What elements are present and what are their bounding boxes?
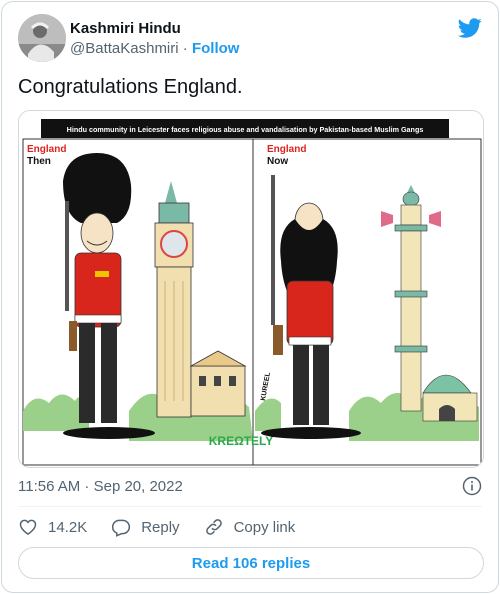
copy-link-button[interactable]: Copy link (204, 517, 296, 537)
big-ben-illustration (154, 181, 194, 418)
link-icon (205, 519, 222, 535)
right-panel-subtitle: Now (267, 156, 288, 167)
copy-link-label: Copy link (233, 518, 296, 536)
reply-bubble-icon (112, 519, 131, 537)
cartoon-image: Hindu community in Leicester faces relig… (19, 111, 483, 467)
tweet-timestamp[interactable]: 11:56 AM · Sep 20, 2022 (18, 478, 183, 495)
tweet-text: Congratulations England. (18, 76, 243, 98)
cartoon-watermark: KREΩTELY (209, 434, 274, 448)
like-button[interactable]: 14.2K (18, 517, 87, 537)
tweet-card: Kashmiri Hindu @BattaKashmiri · Follow C… (1, 1, 499, 593)
cartoon-headline: Hindu community in Leicester faces relig… (67, 125, 424, 134)
read-replies-button[interactable]: Read 106 replies (18, 547, 484, 579)
reply-label: Reply (141, 518, 180, 536)
follow-button[interactable]: Follow (192, 40, 240, 57)
heart-icon (19, 519, 37, 535)
tweet-actions: 14.2K Reply Copy link (18, 514, 319, 540)
handle-separator: · (182, 40, 188, 57)
divider (18, 506, 482, 507)
author-display-name[interactable]: Kashmiri Hindu (70, 20, 181, 37)
avatar-photo-icon (18, 14, 66, 62)
author-handle-row: @BattaKashmiri · Follow (70, 40, 239, 57)
left-panel-subtitle: Then (27, 156, 51, 167)
twitter-bird-icon[interactable] (458, 16, 482, 40)
info-icon[interactable] (462, 476, 482, 496)
right-panel-title: England (267, 144, 306, 155)
author-handle[interactable]: @BattaKashmiri (70, 40, 179, 57)
like-count: 14.2K (48, 518, 88, 536)
avatar[interactable] (18, 14, 66, 62)
left-panel-title: England (27, 144, 66, 155)
reply-button[interactable]: Reply (111, 517, 180, 537)
tweet-media-cartoon[interactable]: Hindu community in Leicester faces relig… (18, 110, 484, 468)
